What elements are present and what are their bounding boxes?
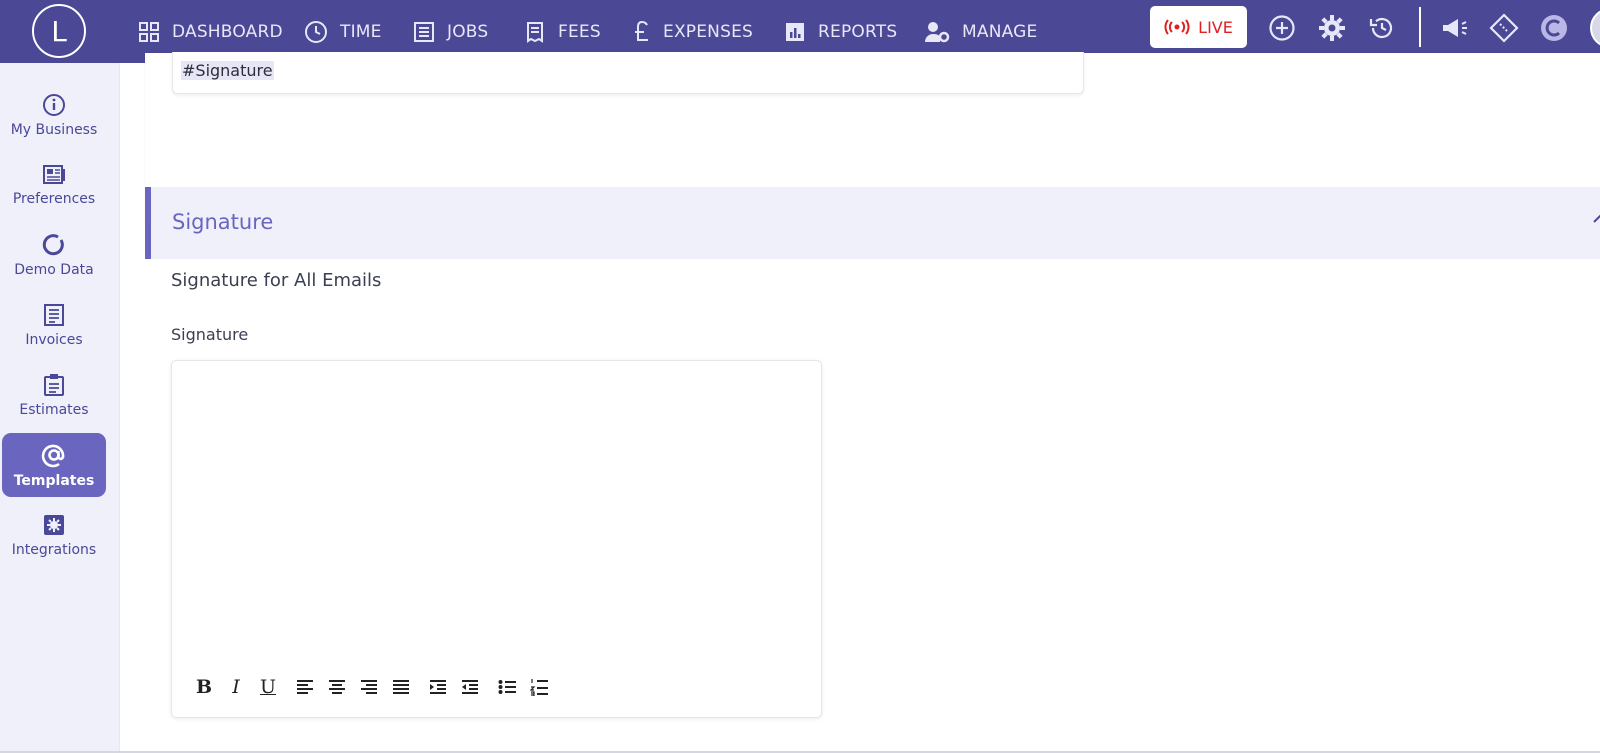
nav-label: MANAGE bbox=[962, 21, 1038, 42]
ticket-icon bbox=[1489, 13, 1519, 43]
sidebar-item-label: My Business bbox=[10, 121, 98, 138]
section-title: Signature bbox=[172, 210, 274, 234]
sidebar-item-label: Preferences bbox=[12, 190, 96, 207]
plus-circle-icon bbox=[1269, 15, 1295, 41]
sidebar-item-demo-data[interactable]: Demo Data bbox=[2, 223, 106, 287]
integrations-icon bbox=[44, 514, 64, 535]
toolbar-divider bbox=[1419, 7, 1421, 47]
sidebar-item-estimates[interactable]: Estimates bbox=[2, 363, 106, 427]
align-center-button[interactable] bbox=[321, 674, 353, 700]
numbered-list-button[interactable] bbox=[523, 674, 555, 700]
megaphone-icon bbox=[1443, 19, 1467, 37]
italic-button[interactable]: I bbox=[220, 674, 252, 700]
bar-chart-icon bbox=[786, 22, 804, 41]
sidebar-item-integrations[interactable]: Integrations bbox=[2, 503, 106, 567]
sidebar-item-invoices[interactable]: Invoices bbox=[2, 293, 106, 357]
list-icon bbox=[414, 21, 434, 42]
receipt-icon bbox=[527, 21, 543, 43]
chevron-up-icon[interactable] bbox=[1592, 213, 1600, 225]
support-ticket-button[interactable] bbox=[1487, 11, 1521, 45]
align-justify-button[interactable] bbox=[385, 674, 417, 700]
bullet-list-icon bbox=[498, 680, 516, 694]
bullet-list-button[interactable] bbox=[491, 674, 523, 700]
invoice-icon bbox=[44, 303, 64, 326]
nav-label: FEES bbox=[558, 21, 601, 42]
avatar[interactable] bbox=[1590, 8, 1600, 48]
signature-subtitle: Signature for All Emails bbox=[171, 270, 382, 291]
nav-label: TIME bbox=[340, 21, 382, 42]
dashboard-icon bbox=[139, 21, 159, 42]
history-icon bbox=[1369, 17, 1393, 39]
align-right-icon bbox=[361, 680, 377, 694]
announcements-button[interactable] bbox=[1437, 11, 1471, 45]
nav-label: EXPENSES bbox=[663, 21, 754, 42]
outdent-button[interactable] bbox=[454, 674, 486, 700]
settings-sidebar: My Business Preferences Demo Data Invoic… bbox=[0, 63, 120, 753]
preferences-icon bbox=[43, 164, 65, 184]
pound-icon bbox=[635, 20, 648, 41]
user-gear-icon bbox=[925, 21, 950, 42]
align-left-icon bbox=[297, 680, 313, 694]
sidebar-item-label: Estimates bbox=[19, 401, 89, 418]
signature-placeholder-token: #Signature bbox=[181, 61, 274, 80]
bold-button[interactable]: B bbox=[188, 674, 220, 700]
editor-toolbar: B I U bbox=[188, 674, 555, 700]
live-label: LIVE bbox=[1198, 17, 1233, 37]
signature-field-label: Signature bbox=[171, 325, 249, 344]
sidebar-item-label: Invoices bbox=[25, 331, 83, 348]
nav-label: DASHBOARD bbox=[172, 21, 283, 42]
add-button[interactable] bbox=[1265, 11, 1299, 45]
company-logo-icon bbox=[1541, 15, 1567, 41]
live-button[interactable]: LIVE bbox=[1150, 6, 1247, 48]
clipboard-icon bbox=[44, 373, 64, 396]
outdent-icon bbox=[462, 680, 478, 694]
refresh-icon bbox=[42, 233, 64, 255]
broadcast-icon bbox=[1164, 19, 1190, 35]
settings-button[interactable] bbox=[1315, 11, 1349, 45]
align-right-button[interactable] bbox=[353, 674, 385, 700]
nav-label: REPORTS bbox=[818, 21, 898, 42]
indent-button[interactable] bbox=[422, 674, 454, 700]
previous-template-field[interactable]: #Signature bbox=[172, 52, 1084, 94]
indent-icon bbox=[430, 680, 446, 694]
sidebar-item-label: Templates bbox=[13, 472, 95, 489]
at-icon bbox=[41, 444, 65, 467]
app-logo[interactable]: L bbox=[32, 4, 86, 58]
history-button[interactable] bbox=[1365, 11, 1399, 45]
sidebar-item-templates[interactable]: Templates bbox=[2, 433, 106, 497]
sidebar-item-my-business[interactable]: My Business bbox=[2, 83, 106, 147]
align-center-icon bbox=[329, 680, 345, 694]
align-justify-icon bbox=[393, 680, 409, 694]
numbered-list-icon bbox=[530, 679, 548, 696]
gear-icon bbox=[1319, 15, 1345, 41]
info-icon bbox=[43, 93, 65, 116]
align-left-button[interactable] bbox=[289, 674, 321, 700]
signature-section-header[interactable]: Signature bbox=[145, 187, 1600, 259]
signature-editor[interactable]: B I U bbox=[171, 360, 822, 718]
nav-label: JOBS bbox=[447, 21, 489, 42]
sidebar-item-label: Integrations bbox=[11, 541, 97, 558]
sidebar-item-preferences[interactable]: Preferences bbox=[2, 153, 106, 217]
editor-content[interactable] bbox=[184, 373, 809, 653]
sidebar-item-label: Demo Data bbox=[14, 261, 94, 278]
clock-icon bbox=[305, 20, 327, 43]
company-switch-button[interactable] bbox=[1537, 11, 1571, 45]
underline-button[interactable]: U bbox=[252, 674, 284, 700]
